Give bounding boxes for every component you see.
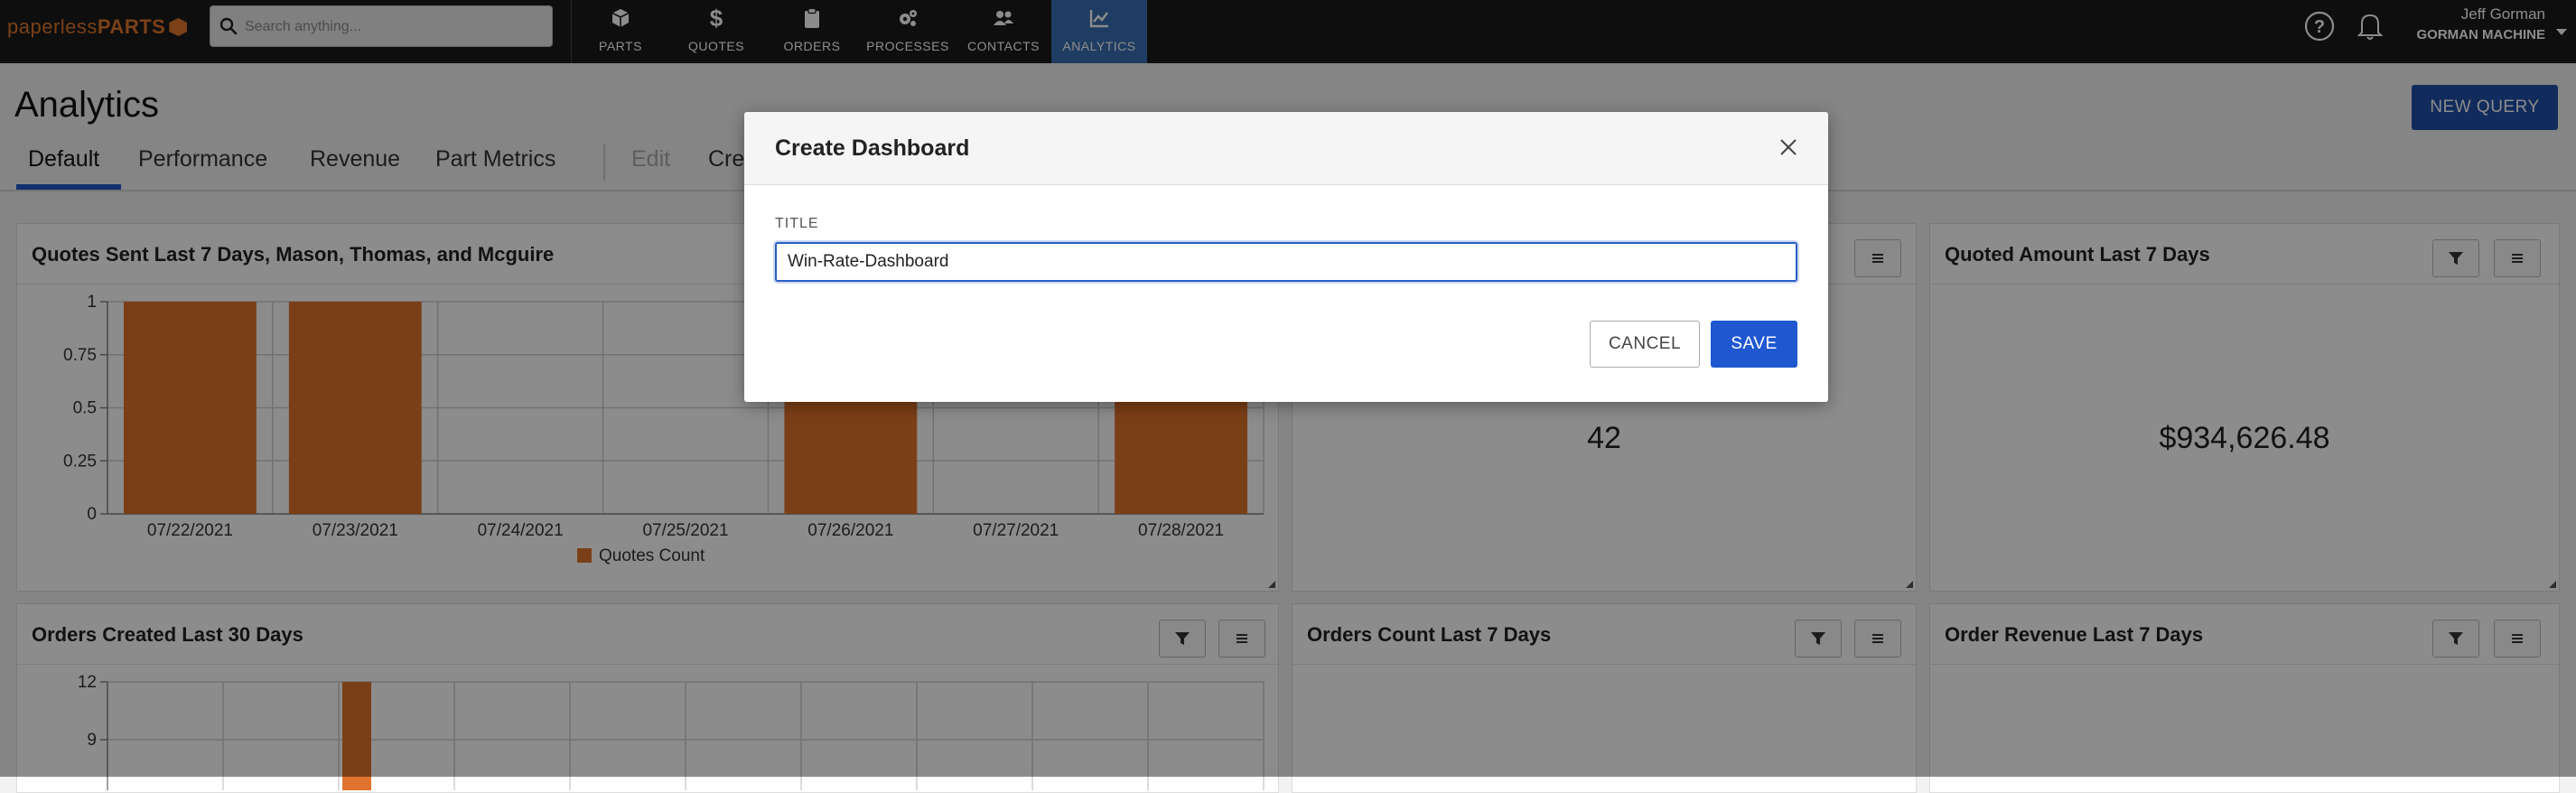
create-dashboard-modal: Create Dashboard TITLE CANCEL SAVE (744, 112, 1828, 402)
modal-header: Create Dashboard (744, 112, 1828, 185)
title-input[interactable] (775, 242, 1797, 282)
modal-title: Create Dashboard (775, 135, 970, 161)
title-field-label: TITLE (775, 216, 819, 231)
close-icon[interactable] (1778, 136, 1799, 158)
save-button[interactable]: SAVE (1711, 321, 1797, 368)
cancel-button[interactable]: CANCEL (1590, 321, 1700, 368)
